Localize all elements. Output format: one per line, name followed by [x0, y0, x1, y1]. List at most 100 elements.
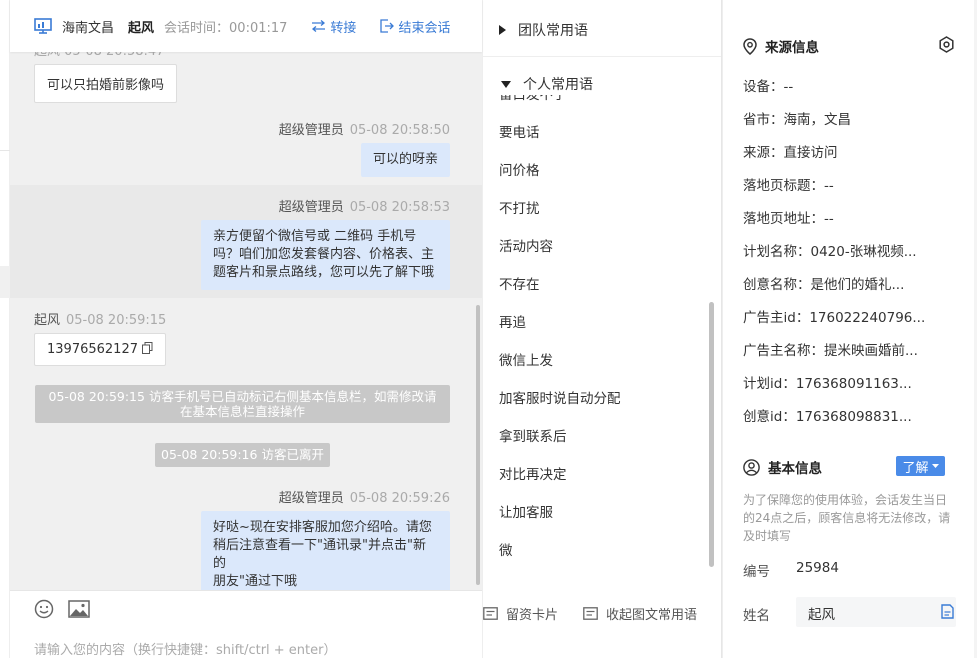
- collapse-phrases-label: 收起图文常用语: [606, 608, 698, 623]
- visitor-message-bubble[interactable]: 可以只拍婚前影像吗: [34, 64, 178, 103]
- id-value: 25984: [796, 560, 839, 576]
- caret-down-icon: [501, 80, 511, 88]
- message-line: 亲方便留个微信号或 二维码 手机号: [213, 229, 417, 244]
- end-session-label: 结束会话: [398, 20, 451, 36]
- landing-url-field: 落地页地址：--: [743, 211, 834, 227]
- phrase-item[interactable]: 微信上发: [499, 349, 553, 369]
- sender-name: 超级管理员: [278, 200, 344, 215]
- caret-right-icon: [499, 25, 506, 35]
- left-edge-strip: [0, 0, 10, 658]
- learn-more-label: 了解: [902, 460, 929, 476]
- phrase-item[interactable]: 再追: [499, 311, 526, 331]
- visitor-name: 起风: [128, 20, 155, 36]
- settings-gear-icon[interactable]: [938, 36, 955, 53]
- edit-note-icon[interactable]: [941, 604, 954, 619]
- lead-card-button[interactable]: 留资卡片: [483, 604, 558, 623]
- agent-message-meta: 超级管理员 05-08 20:58:50: [279, 119, 450, 138]
- visitor-info-panel: 来源信息 设备：-- 省市：海南，文昌 来源：直接访问 落地页标题：-- 落地页…: [722, 0, 977, 658]
- plan-id-field: 计划id：176368091163...: [743, 376, 912, 392]
- lead-card-label: 留资卡片: [506, 608, 559, 623]
- personal-phrases-label: 个人常用语: [523, 77, 593, 93]
- message-input[interactable]: 请输入您的内容（换行快捷键：shift/ctrl + enter）: [34, 639, 337, 658]
- chat-header: 海南文昌 起风 会话时间：00:01:17 转接 结束会话: [10, 0, 482, 52]
- agent-message-bubble[interactable]: 可以的呀亲: [360, 143, 450, 177]
- id-label: 编号: [743, 564, 770, 580]
- session-time: 会话时间：00:01:17: [164, 20, 288, 36]
- visitor-location: 海南文昌: [62, 20, 115, 36]
- name-field[interactable]: 起风: [796, 597, 956, 627]
- phrase-item[interactable]: 不打扰: [499, 197, 540, 217]
- user-circle-icon: [743, 458, 760, 476]
- edit-deadline-note: 为了保障您的使用体验，会话发生当日的24点之后，顾客信息将无法修改，请及时填写: [743, 493, 951, 543]
- basic-info-header: 基本信息: [743, 457, 822, 477]
- message-time: 05-08 20:59:26: [349, 491, 450, 506]
- phrase-scrollbar[interactable]: [709, 302, 714, 567]
- agent-message-meta: 超级管理员 05-08 20:58:53: [279, 196, 450, 215]
- chat-panel: 起风 05-08 20:58:47 可以只拍婚前影像吗 超级管理员05-08 2…: [0, 0, 482, 658]
- learn-more-dropdown[interactable]: 了解: [896, 456, 945, 476]
- visitor-phone-bubble[interactable]: 13976562127: [34, 333, 167, 366]
- chat-workspace: 起风 05-08 20:58:47 可以只拍婚前影像吗 超级管理员05-08 2…: [0, 0, 977, 658]
- copy-icon[interactable]: [142, 342, 153, 354]
- phrase-item[interactable]: 加客服时说自动分配: [499, 387, 621, 407]
- creative-name-field: 创意名称：是他们的婚礼...: [743, 277, 905, 293]
- system-notice: 05-08 20:59:15 访客手机号已自动标记右侧基本信息栏，如需修改请 在…: [35, 385, 450, 423]
- image-icon[interactable]: [68, 600, 90, 618]
- advertiser-id-field: 广告主id：176022240796...: [743, 310, 926, 326]
- transfer-label: 转接: [330, 20, 357, 36]
- card-icon: [583, 607, 598, 620]
- emoji-icon[interactable]: [34, 599, 54, 619]
- system-notice-line: 05-08 20:59:15 访客手机号已自动标记右侧基本信息栏，如需修改请: [48, 389, 437, 404]
- phrase-item[interactable]: 拿到联系后: [499, 425, 567, 445]
- source-field: 来源：直接访问: [743, 145, 838, 161]
- chat-scrollbar[interactable]: [476, 305, 480, 585]
- advertiser-name-field: 广告主名称：提米映画婚前...: [743, 343, 918, 359]
- caret-down-icon: [931, 464, 939, 468]
- phrase-item[interactable]: 让加客服: [499, 501, 553, 521]
- phrase-item[interactable]: 要电话: [499, 121, 540, 141]
- phrase-item[interactable]: 问价格: [499, 159, 540, 179]
- phrase-item[interactable]: 留白发不了: [499, 95, 567, 103]
- input-toolbar: [34, 599, 90, 619]
- name-label: 姓名: [743, 608, 770, 624]
- agent-message-bubble[interactable]: 好哒~现在安排客服加您介绍哈。请您 稍后注意查看一下"通讯录"并点击"新的 朋友…: [201, 511, 450, 590]
- message-time: 05-08 20:59:15: [66, 313, 167, 328]
- phrase-footer: 留资卡片 收起图文常用语: [483, 590, 721, 658]
- phrase-item[interactable]: 微: [499, 539, 513, 559]
- phrase-item[interactable]: 活动内容: [499, 235, 553, 255]
- message-line: 朋友"通过下哦: [213, 574, 297, 589]
- message-line: 吗？咱们加您发套餐内容、价格表、主: [213, 247, 435, 262]
- province-field: 省市：海南，文昌: [743, 112, 851, 128]
- sender-name: 超级管理员: [278, 123, 344, 138]
- plan-name-field: 计划名称：0420-张琳视频...: [743, 244, 917, 260]
- exit-icon: [380, 19, 395, 33]
- sender-name: 起风: [34, 313, 61, 328]
- source-info-header: 来源信息: [743, 36, 819, 56]
- phone-number: 13976562127: [47, 342, 138, 357]
- message-list[interactable]: 起风 05-08 20:58:47 可以只拍婚前影像吗 超级管理员05-08 2…: [10, 0, 482, 590]
- message-time: 05-08 20:58:53: [349, 200, 450, 215]
- end-session-button[interactable]: 结束会话: [380, 17, 450, 36]
- phrase-list[interactable]: 留白发不了 要电话 问价格 不打扰 活动内容 不存在 再追 微信上发 加客服时说…: [483, 95, 708, 570]
- landing-title-field: 落地页标题：--: [743, 178, 834, 194]
- source-info-title: 来源信息: [765, 40, 819, 56]
- transfer-icon: [312, 20, 326, 32]
- system-notice-line: 在基本信息栏直接操作: [179, 404, 305, 419]
- location-pin-icon: [743, 37, 757, 55]
- transfer-button[interactable]: 转接: [311, 17, 356, 36]
- basic-info-title: 基本信息: [768, 461, 822, 477]
- monitor-icon: [34, 18, 52, 34]
- phrase-item[interactable]: 对比再决定: [499, 463, 567, 483]
- divider: [0, 150, 10, 151]
- team-phrases-label: 团队常用语: [518, 23, 588, 39]
- collapse-phrases-button[interactable]: 收起图文常用语: [583, 604, 697, 623]
- chat-input-area[interactable]: 请输入您的内容（换行快捷键：shift/ctrl + enter）: [10, 590, 482, 658]
- team-phrases-group[interactable]: 团队常用语: [499, 20, 588, 40]
- divider: [483, 56, 721, 57]
- visitor-left-notice: 05-08 20:59:16 访客已离开: [155, 443, 330, 467]
- phrase-item[interactable]: 不存在: [499, 273, 540, 293]
- personal-phrases-group[interactable]: 个人常用语: [501, 74, 593, 94]
- message-line: 稍后注意查看一下"通讯录"并点击"新的: [213, 538, 426, 571]
- creative-id-field: 创意id：176368098831...: [743, 409, 912, 425]
- agent-message-bubble[interactable]: 亲方便留个微信号或 二维码 手机号 吗？咱们加您发套餐内容、价格表、主 题客片和…: [201, 220, 450, 290]
